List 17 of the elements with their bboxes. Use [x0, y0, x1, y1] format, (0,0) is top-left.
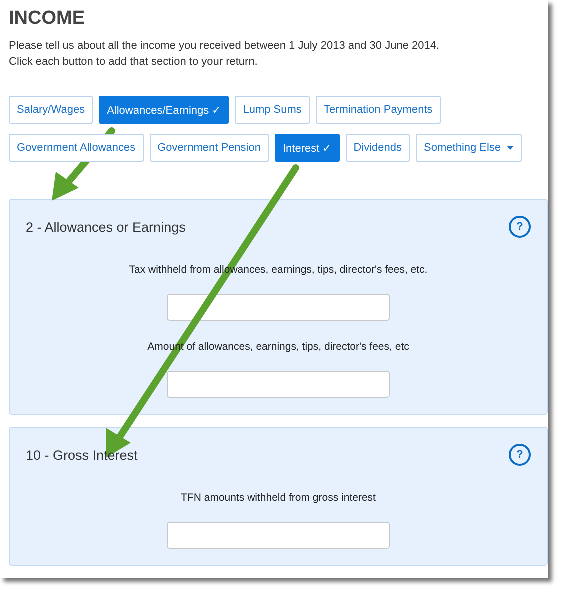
- field-label: TFN amounts withheld from gross interest: [181, 492, 376, 504]
- intro-text: Please tell us about all the income you received between 1 July 2013 and 30 June 2014.: [9, 39, 441, 54]
- section-button[interactable]: Dividends: [346, 134, 410, 162]
- section-button[interactable]: Lump Sums: [235, 96, 310, 124]
- page-title: INCOME: [9, 8, 86, 30]
- help-button[interactable]: ?: [509, 444, 531, 466]
- section-button[interactable]: Interest ✓: [274, 134, 340, 162]
- section-title: 10 - Gross Interest: [26, 448, 138, 462]
- section-button[interactable]: Government Pension: [150, 134, 269, 162]
- section-button[interactable]: Salary/Wages: [9, 96, 94, 124]
- section-title: 2 - Allowances or Earnings: [26, 220, 186, 234]
- section-button[interactable]: Government Allowances: [9, 134, 144, 162]
- intro-text: Click each button to add that section to your return.: [9, 55, 259, 70]
- dropdown-button[interactable]: Something Else: [416, 134, 522, 162]
- section-button[interactable]: Termination Payments: [316, 96, 441, 124]
- section-button[interactable]: Allowances/Earnings ✓: [99, 96, 230, 124]
- help-button[interactable]: ?: [509, 216, 531, 238]
